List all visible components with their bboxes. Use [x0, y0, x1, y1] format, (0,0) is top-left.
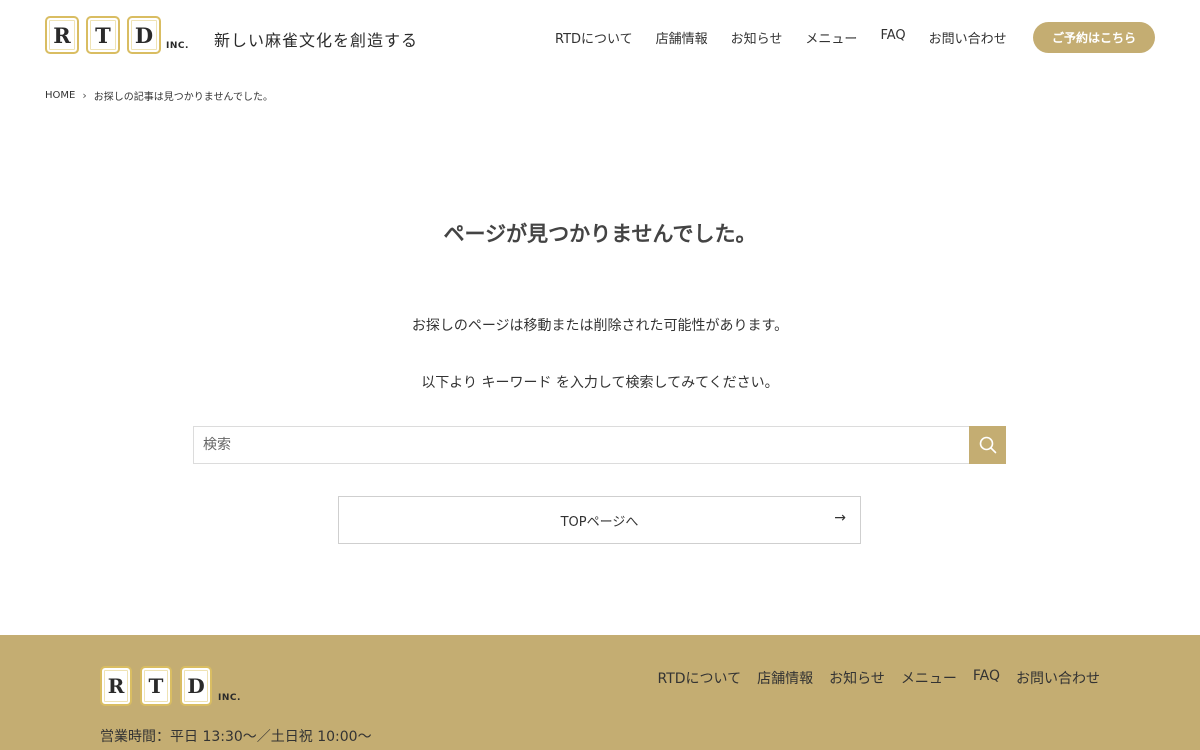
- top-page-label: TOPページへ: [560, 514, 639, 530]
- footer-logo-suffix: INC.: [218, 693, 241, 703]
- site-tagline: 新しい麻雀文化を創造する: [214, 31, 419, 50]
- page-title: ページが見つかりませんでした。: [443, 222, 757, 246]
- footer-nav-menu[interactable]: メニュー: [901, 668, 957, 688]
- chevron-right-icon: ›: [82, 89, 87, 102]
- site-logo[interactable]: R T D INC.: [45, 16, 189, 54]
- site-footer: R T D INC. RTDについて 店舗情報 お知らせ メニュー FAQ お問…: [0, 635, 1200, 750]
- footer-nav: RTDについて 店舗情報 お知らせ メニュー FAQ お問い合わせ: [642, 668, 1100, 688]
- search-button[interactable]: [969, 426, 1006, 464]
- footer-nav-faq[interactable]: FAQ: [973, 668, 1000, 688]
- search-instruction: 以下より キーワード を入力して検索してみてください。: [421, 375, 779, 391]
- nav-menu[interactable]: メニュー: [805, 28, 857, 47]
- breadcrumb: HOME › お探しの記事は見つかりませんでした。: [45, 88, 273, 103]
- reservation-button[interactable]: ご予約はこちら: [1033, 22, 1155, 53]
- footer-nav-contact[interactable]: お問い合わせ: [1016, 668, 1100, 688]
- footer-logo-tile-d: D: [180, 666, 212, 706]
- logo-suffix: INC.: [166, 41, 189, 51]
- main-nav: RTDについて 店舗情報 お知らせ メニュー FAQ お問い合わせ: [555, 28, 1030, 47]
- footer-logo[interactable]: R T D INC.: [100, 666, 241, 706]
- logo-tile-d: D: [127, 16, 161, 54]
- nav-contact[interactable]: お問い合わせ: [929, 28, 1007, 47]
- breadcrumb-home[interactable]: HOME: [45, 90, 75, 101]
- logo-tile-r: R: [45, 16, 79, 54]
- search-form: [193, 426, 1006, 464]
- logo-tile-t: T: [86, 16, 120, 54]
- nav-about[interactable]: RTDについて: [555, 28, 633, 47]
- footer-nav-stores[interactable]: 店舗情報: [757, 668, 813, 688]
- nav-stores[interactable]: 店舗情報: [656, 28, 708, 47]
- breadcrumb-current: お探しの記事は見つかりませんでした。: [93, 92, 273, 103]
- top-page-button[interactable]: TOPページへ →: [338, 496, 861, 544]
- nav-faq[interactable]: FAQ: [880, 28, 905, 47]
- footer-nav-about[interactable]: RTDについて: [658, 668, 742, 688]
- footer-logo-tile-t: T: [140, 666, 172, 706]
- search-input[interactable]: [194, 427, 970, 463]
- footer-logo-tile-r: R: [100, 666, 132, 706]
- business-hours: 営業時間：平日 13:30〜／土日祝 10:00〜: [100, 729, 372, 745]
- not-found-message: お探しのページは移動または削除された可能性があります。: [411, 318, 789, 334]
- search-icon: [979, 436, 996, 454]
- arrow-right-icon: →: [834, 510, 846, 526]
- site-header: R T D INC. 新しい麻雀文化を創造する RTDについて 店舗情報 お知ら…: [0, 0, 1200, 78]
- footer-nav-news[interactable]: お知らせ: [829, 668, 885, 688]
- nav-news[interactable]: お知らせ: [731, 28, 783, 47]
